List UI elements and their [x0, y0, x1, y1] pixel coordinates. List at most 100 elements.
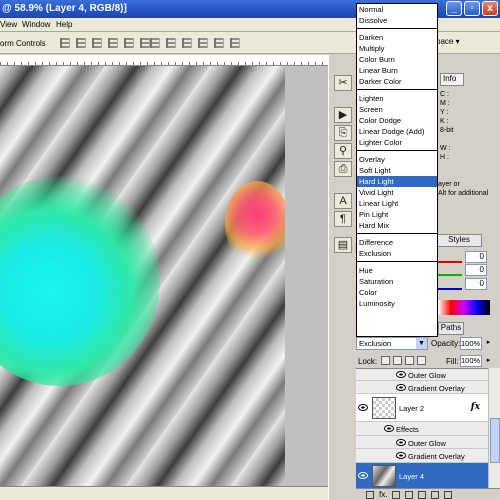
- blend-mode-select[interactable]: Exclusion ▼: [356, 337, 428, 350]
- layers-scrollbar[interactable]: [488, 368, 500, 488]
- clone-source-icon[interactable]: ⎙: [334, 161, 352, 177]
- link-layers-icon[interactable]: [366, 490, 374, 499]
- form-controls-label: orm Controls: [0, 39, 46, 48]
- blend-mode-option[interactable]: Color: [357, 287, 437, 298]
- blend-mode-option[interactable]: Darken: [357, 32, 437, 43]
- lock-all-icon[interactable]: [417, 356, 426, 365]
- blend-mode-option[interactable]: Darker Color: [357, 76, 437, 87]
- distribute-left-icon[interactable]: [198, 38, 208, 48]
- blend-mode-option[interactable]: Linear Burn: [357, 65, 437, 76]
- opacity-input[interactable]: 100%: [460, 337, 482, 350]
- blend-mode-option[interactable]: Hard Light: [357, 176, 437, 187]
- blend-mode-option[interactable]: Pin Light: [357, 209, 437, 220]
- color-green-value[interactable]: 0: [465, 264, 487, 276]
- blend-mode-option[interactable]: Exclusion: [357, 248, 437, 259]
- blend-mode-option[interactable]: Screen: [357, 104, 437, 115]
- layer-effect-row[interactable]: Gradient Overlay: [356, 381, 488, 394]
- blend-mode-option[interactable]: Hard Mix: [357, 220, 437, 231]
- eye-icon[interactable]: [396, 384, 406, 391]
- blend-mode-option[interactable]: Lighter Color: [357, 137, 437, 148]
- eye-icon[interactable]: [358, 404, 368, 411]
- layer-effects-row[interactable]: Effects: [356, 422, 488, 436]
- align-right-icon[interactable]: [140, 38, 150, 48]
- history-icon[interactable]: ⎘: [334, 125, 352, 141]
- align-center-icon[interactable]: [124, 38, 134, 48]
- align-left-icon[interactable]: [108, 38, 118, 48]
- distribute-center-icon[interactable]: [214, 38, 224, 48]
- align-middle-icon[interactable]: [76, 38, 86, 48]
- lock-transparency-icon[interactable]: [381, 356, 390, 365]
- close-button[interactable]: x: [482, 1, 498, 16]
- blend-mode-value: Exclusion: [359, 339, 392, 348]
- character-icon[interactable]: A: [334, 193, 352, 209]
- layer-effect-row[interactable]: Outer Glow: [356, 369, 488, 381]
- menu-window[interactable]: Window: [22, 20, 50, 29]
- align-bottom-icon[interactable]: [92, 38, 102, 48]
- tab-paths[interactable]: Paths: [438, 322, 464, 335]
- distribute-right-icon[interactable]: [230, 38, 240, 48]
- blend-mode-option[interactable]: Dissolve: [357, 15, 437, 26]
- outer-glow-label: Outer Glow: [408, 439, 446, 448]
- adjustment-layer-icon[interactable]: [405, 490, 414, 499]
- brush-icon[interactable]: ⚲: [334, 143, 352, 159]
- blend-mode-option[interactable]: Luminosity: [357, 298, 437, 309]
- color-ramp[interactable]: [438, 300, 490, 315]
- distribute-middle-icon[interactable]: [166, 38, 176, 48]
- color-blue-slider[interactable]: [438, 280, 462, 290]
- lock-pixels-icon[interactable]: [393, 356, 402, 365]
- fill-input[interactable]: 100%: [460, 355, 482, 367]
- eye-icon[interactable]: [396, 439, 406, 446]
- blend-mode-option[interactable]: Hue: [357, 265, 437, 276]
- distribute-bottom-icon[interactable]: [182, 38, 192, 48]
- blend-mode-option[interactable]: Lighten: [357, 93, 437, 104]
- tools-icon[interactable]: ✂: [334, 75, 352, 91]
- blend-mode-option[interactable]: Vivid Light: [357, 187, 437, 198]
- minimize-button[interactable]: _: [446, 1, 462, 16]
- restore-button[interactable]: ▫: [464, 1, 480, 16]
- scrollbar-thumb[interactable]: [490, 418, 500, 463]
- color-green-slider[interactable]: [438, 266, 462, 276]
- eye-icon[interactable]: [396, 452, 406, 459]
- document-canvas[interactable]: [0, 66, 285, 486]
- blend-mode-option[interactable]: Multiply: [357, 43, 437, 54]
- align-top-icon[interactable]: [60, 38, 70, 48]
- add-style-button[interactable]: fx.: [379, 490, 387, 499]
- eye-icon[interactable]: [384, 425, 394, 432]
- menu-help[interactable]: Help: [56, 20, 72, 29]
- layer-effect-row[interactable]: Gradient Overlay: [356, 449, 488, 463]
- blend-mode-option[interactable]: Saturation: [357, 276, 437, 287]
- new-group-icon[interactable]: [418, 490, 427, 499]
- fill-arrow-icon[interactable]: ▸: [484, 356, 493, 367]
- play-action-icon[interactable]: ▶: [334, 107, 352, 123]
- layer-effect-row[interactable]: Outer Glow: [356, 436, 488, 449]
- blend-mode-option[interactable]: Normal: [357, 4, 437, 15]
- layer-row-layer2[interactable]: Layer 2 fx: [356, 394, 488, 422]
- tab-styles[interactable]: Styles: [436, 234, 482, 247]
- delete-layer-icon[interactable]: [444, 490, 453, 499]
- add-mask-icon[interactable]: [392, 490, 401, 499]
- eye-icon[interactable]: [396, 371, 406, 378]
- blend-mode-option[interactable]: Color Burn: [357, 54, 437, 65]
- paragraph-icon[interactable]: ¶: [334, 211, 352, 227]
- menu-view[interactable]: View: [0, 20, 17, 29]
- opacity-arrow-icon[interactable]: ▸: [484, 338, 493, 349]
- blend-mode-option[interactable]: Overlay: [357, 154, 437, 165]
- color-red-value[interactable]: 0: [465, 251, 487, 263]
- blend-mode-option[interactable]: Linear Light: [357, 198, 437, 209]
- color-blue-value[interactable]: 0: [465, 278, 487, 290]
- blend-mode-option[interactable]: Soft Light: [357, 165, 437, 176]
- lock-position-icon[interactable]: [405, 356, 414, 365]
- chevron-down-icon[interactable]: ▼: [416, 338, 427, 349]
- new-layer-icon[interactable]: [431, 490, 440, 499]
- color-red-slider[interactable]: [438, 253, 462, 263]
- distribute-top-icon[interactable]: [150, 38, 160, 48]
- blend-mode-separator: [357, 150, 437, 151]
- blend-mode-option[interactable]: Color Dodge: [357, 115, 437, 126]
- layer-row-layer4[interactable]: Layer 4: [356, 463, 488, 489]
- layer-comps-icon[interactable]: ▤: [334, 237, 352, 253]
- fx-icon[interactable]: fx: [471, 402, 480, 412]
- blend-mode-option[interactable]: Linear Dodge (Add): [357, 126, 437, 137]
- eye-icon[interactable]: [358, 472, 368, 479]
- blend-mode-option[interactable]: Difference: [357, 237, 437, 248]
- tab-info[interactable]: Info: [440, 73, 464, 86]
